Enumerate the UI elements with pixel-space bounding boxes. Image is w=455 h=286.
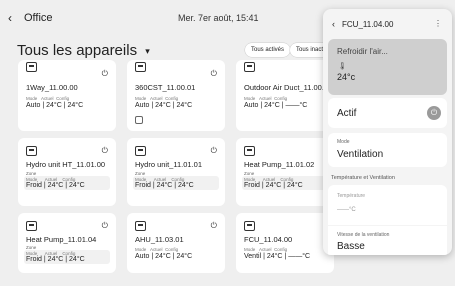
chevron-down-icon: ▾ [145, 45, 150, 56]
active-label: Actif [337, 108, 357, 119]
device-card[interactable]: ⏻ 360CST_11.00.01 Mode Actuel Config Aut… [127, 60, 225, 131]
device-labels: Mode Actuel Config [244, 247, 288, 252]
fan-speed-value: Basse [337, 241, 365, 252]
device-name: 360CST_11.00.01 [135, 83, 196, 92]
device-card[interactable]: FCU_11.04.00 Mode Actuel Config Ventil |… [236, 213, 334, 273]
device-values: Froid | 24°C | 24°C [26, 256, 85, 263]
mode-value: Ventilation [337, 149, 384, 160]
device-values: Froid | 24°C | 24°C [26, 182, 85, 189]
power-icon[interactable]: ⏻ [211, 221, 217, 231]
zone-box: Mode Actuel Config Froid | 24°C | 24°C [242, 176, 328, 190]
location-title[interactable]: Office [24, 12, 53, 24]
power-icon[interactable]: ⏻ [102, 221, 108, 231]
page-title-text: Tous les appareils [17, 42, 138, 59]
action-card[interactable]: Refroidir l'air... 🌡 24°c [328, 39, 447, 95]
device-name: Hydro unit_11.01.01 [135, 160, 202, 169]
temperature-field[interactable]: Température ——°C [328, 185, 447, 225]
device-labels: Mode Actuel Config [26, 96, 70, 101]
device-card[interactable]: ⏻ 1Way_11.00.00 Mode Actuel Config Auto … [18, 60, 116, 131]
page-title[interactable]: Tous les appareils ▾ [17, 42, 150, 59]
device-values: Froid | 24°C | 24°C [244, 182, 303, 189]
device-name: 1Way_11.00.00 [26, 83, 78, 92]
thermometer-icon: 🌡 [338, 63, 347, 70]
action-label: Refroidir l'air... [337, 47, 388, 56]
fan-speed-selector[interactable]: Vitesse de la ventilation Basse [328, 226, 447, 255]
device-icon [135, 62, 146, 72]
device-name: Hydro unit HT_11.01.00 [26, 160, 106, 169]
device-labels: Mode Actuel Config [135, 247, 179, 252]
panel-header: ‹ FCU_11.04.00 ⋮ [323, 9, 452, 37]
power-icon[interactable]: ⏻ [102, 146, 108, 156]
zone-box: Mode Actuel Config Froid | 24°C | 24°C [133, 176, 219, 190]
mode-selector[interactable]: Mode Ventilation [328, 133, 447, 167]
more-icon[interactable]: ⋮ [434, 19, 442, 28]
device-icon [26, 221, 37, 231]
datetime: Mer. 7er août, 15:41 [178, 13, 259, 23]
filter-all-active[interactable]: Tous activés [245, 43, 291, 57]
device-icon [135, 146, 146, 156]
zone-box: Mode Actuel Config Froid | 24°C | 24°C [24, 176, 110, 190]
device-detail-panel: ‹ FCU_11.04.00 ⋮ Refroidir l'air... 🌡 24… [323, 9, 452, 255]
device-name: Heat Pump_11.01.04 [26, 235, 97, 244]
device-name: FCU_11.04.00 [244, 235, 293, 244]
device-labels: Mode Actuel Config [244, 96, 288, 101]
temperature-value: ——°C [337, 207, 356, 213]
device-icon [244, 62, 255, 72]
device-values: Froid | 24°C | 24°C [135, 182, 194, 189]
active-toggle-row[interactable]: Actif ⏻ [328, 98, 447, 128]
device-values: Auto | 24°C | 24°C [135, 102, 193, 109]
power-icon[interactable]: ⏻ [102, 69, 108, 79]
power-icon[interactable]: ⏻ [211, 146, 217, 156]
device-name: AHU_11.03.01 [135, 235, 184, 244]
back-icon[interactable]: ‹ [8, 11, 12, 25]
device-card[interactable]: Heat Pump_11.01.02 Zone Mode Actuel Conf… [236, 138, 334, 206]
device-icon [26, 146, 37, 156]
device-card[interactable]: ⏻ Heat Pump_11.01.04 Zone Mode Actuel Co… [18, 213, 116, 273]
device-values: Auto | 24°C | ——°C [244, 102, 308, 109]
section-title: Température et Ventilation [331, 175, 395, 181]
schedule-icon [135, 116, 143, 124]
back-icon[interactable]: ‹ [332, 19, 335, 29]
zone-box: Mode Actuel Config Froid | 24°C | 24°C [24, 250, 110, 264]
device-card[interactable]: ⏻ AHU_11.03.01 Mode Actuel Config Auto |… [127, 213, 225, 273]
device-card[interactable]: Outdoor Air Duct_11.00.02 Mode Actuel Co… [236, 60, 334, 131]
power-icon[interactable]: ⏻ [427, 106, 441, 120]
action-temperature: 24°c [337, 72, 356, 82]
device-labels: Mode Actuel Config [135, 96, 179, 101]
device-card[interactable]: ⏻ Hydro unit HT_11.01.00 Zone Mode Actue… [18, 138, 116, 206]
power-icon[interactable]: ⏻ [211, 69, 217, 79]
device-name: Heat Pump_11.01.02 [244, 160, 315, 169]
temperature-label: Température [337, 193, 366, 199]
device-icon [244, 221, 255, 231]
device-icon [135, 221, 146, 231]
mode-label: Mode [337, 139, 350, 145]
device-card[interactable]: ⏻ Hydro unit_11.01.01 Zone Mode Actuel C… [127, 138, 225, 206]
fan-speed-label: Vitesse de la ventilation [337, 232, 390, 238]
device-icon [244, 146, 255, 156]
panel-title: FCU_11.04.00 [342, 20, 394, 29]
device-icon [26, 62, 37, 72]
device-values: Auto | 24°C | 24°C [26, 102, 84, 109]
device-name: Outdoor Air Duct_11.00.02 [244, 83, 333, 92]
device-values: Ventil | 24°C | ——°C [244, 253, 311, 260]
device-values: Auto | 24°C | 24°C [135, 253, 193, 260]
